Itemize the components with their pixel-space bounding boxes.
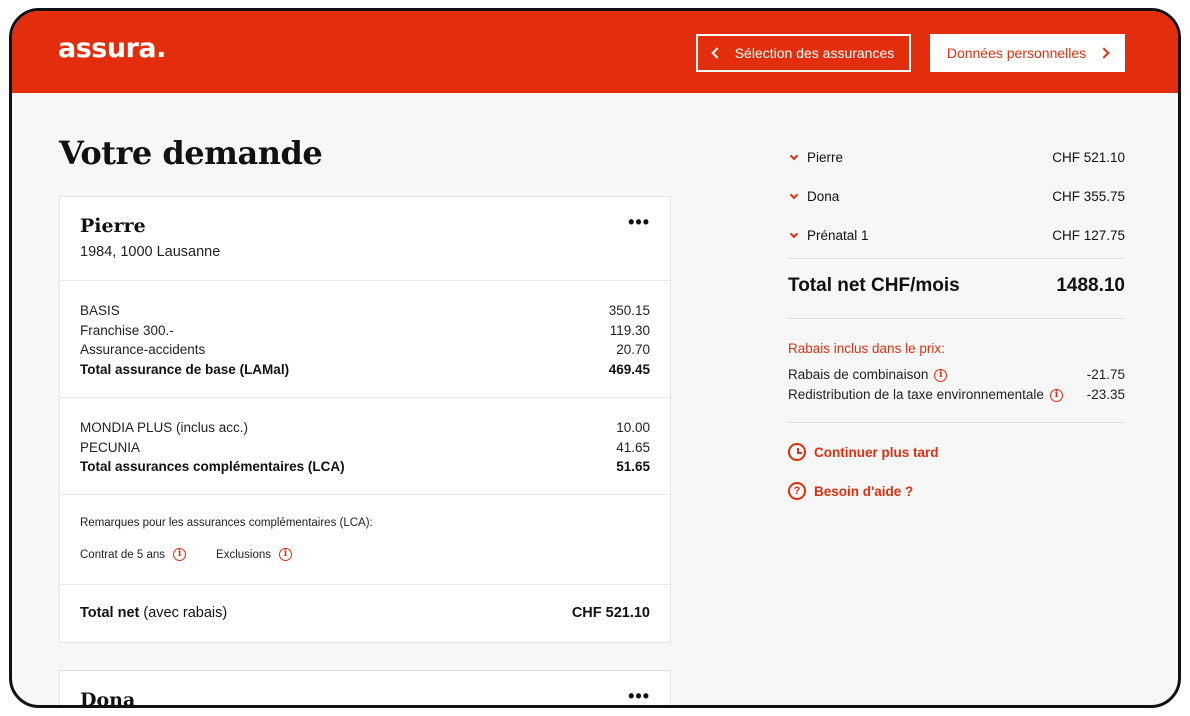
need-help-link[interactable]: ? Besoin d'aide ? <box>788 482 913 500</box>
chevron-down-icon <box>789 229 799 238</box>
clock-icon <box>788 443 806 461</box>
info-icon[interactable]: i <box>1049 388 1063 402</box>
person-summary-list: Pierre CHF 521.10 Dona CHF 355.75 Prénat… <box>788 138 1125 255</box>
line-item: BASIS 350.15 <box>80 303 650 318</box>
assura-logo[interactable]: assura. <box>58 33 166 64</box>
divider <box>60 584 670 585</box>
line-item: PECUNIA 41.65 <box>80 439 650 455</box>
page-title: Votre demande <box>59 134 323 172</box>
divider <box>60 494 670 495</box>
help-icon: ? <box>788 482 806 500</box>
discount-item: Rabais de combinaison i -21.75 <box>788 367 1125 382</box>
summary-item-pierre[interactable]: Pierre CHF 521.10 <box>788 138 1125 177</box>
total-net-suffix: (avec rabais) <box>143 605 228 621</box>
summary-item-dona[interactable]: Dona CHF 355.75 <box>788 177 1125 216</box>
grand-total-value: 1488.10 <box>1056 275 1125 296</box>
divider <box>788 422 1125 423</box>
remarks-list: Contrat de 5 ans i Exclusions i <box>80 548 292 561</box>
base-total: Total assurance de base (LAMal) 469.45 <box>80 361 650 377</box>
personal-data-button[interactable]: Données personnelles <box>930 34 1125 72</box>
back-to-insurance-selection-button[interactable]: Sélection des assurances <box>696 34 911 72</box>
more-options-icon[interactable]: ••• <box>628 687 650 705</box>
back-button-label: Sélection des assurances <box>734 45 895 61</box>
person-name: Pierre <box>80 215 146 237</box>
info-icon[interactable]: i <box>173 548 187 561</box>
line-item: Franchise 300.- 119.30 <box>80 322 650 338</box>
discounts-title: Rabais inclus dans le prix: <box>788 341 945 356</box>
divider <box>60 280 670 281</box>
continue-later-link[interactable]: Continuer plus tard <box>788 443 939 461</box>
chevron-right-icon <box>1098 47 1110 59</box>
discounts-list: Rabais de combinaison i -21.75 Redistrib… <box>788 365 1125 405</box>
grand-total-label: Total net CHF/mois <box>788 275 960 296</box>
total-net-label: Total net <box>80 605 140 621</box>
lca-rows: MONDIA PLUS (inclus acc.) 10.00 PECUNIA … <box>80 418 650 477</box>
total-net-value: CHF 521.10 <box>571 605 650 621</box>
chevron-left-icon <box>711 47 723 59</box>
remark-exclusions: Exclusions i <box>216 548 292 561</box>
lca-total: Total assurances complémentaires (LCA) 5… <box>80 459 650 474</box>
line-item: Assurance-accidents 20.70 <box>80 342 650 357</box>
base-insurance-rows: BASIS 350.15 Franchise 300.- 119.30 Assu… <box>80 301 650 379</box>
person-details: 1984, 1000 Lausanne <box>80 244 221 260</box>
divider <box>788 258 1125 259</box>
remark-contract: Contrat de 5 ans i <box>80 548 187 561</box>
divider <box>788 318 1125 319</box>
line-item: MONDIA PLUS (inclus acc.) 10.00 <box>80 420 650 435</box>
divider <box>60 397 670 398</box>
top-bar: assura. Sélection des assurances Données… <box>12 11 1178 93</box>
info-icon[interactable]: i <box>934 368 948 382</box>
summary-item-prenatal[interactable]: Prénatal 1 CHF 127.75 <box>788 216 1125 255</box>
card-total-net: Total net (avec rabais) CHF 521.10 <box>80 605 650 621</box>
remarks-title: Remarques pour les assurances complément… <box>80 517 373 529</box>
next-button-label: Données personnelles <box>946 45 1087 61</box>
info-icon[interactable]: i <box>279 548 292 561</box>
app-frame: assura. Sélection des assurances Données… <box>9 8 1181 708</box>
grand-total: Total net CHF/mois 1488.10 <box>788 275 1125 297</box>
person-name: Dona <box>80 689 136 708</box>
discount-item: Redistribution de la taxe environnementa… <box>788 387 1125 402</box>
chevron-down-icon <box>789 190 799 199</box>
person-card-pierre: Pierre ••• 1984, 1000 Lausanne BASIS 350… <box>59 196 671 643</box>
person-card-dona: Dona ••• <box>59 670 671 708</box>
chevron-down-icon <box>789 151 799 160</box>
more-options-icon[interactable]: ••• <box>628 213 650 231</box>
